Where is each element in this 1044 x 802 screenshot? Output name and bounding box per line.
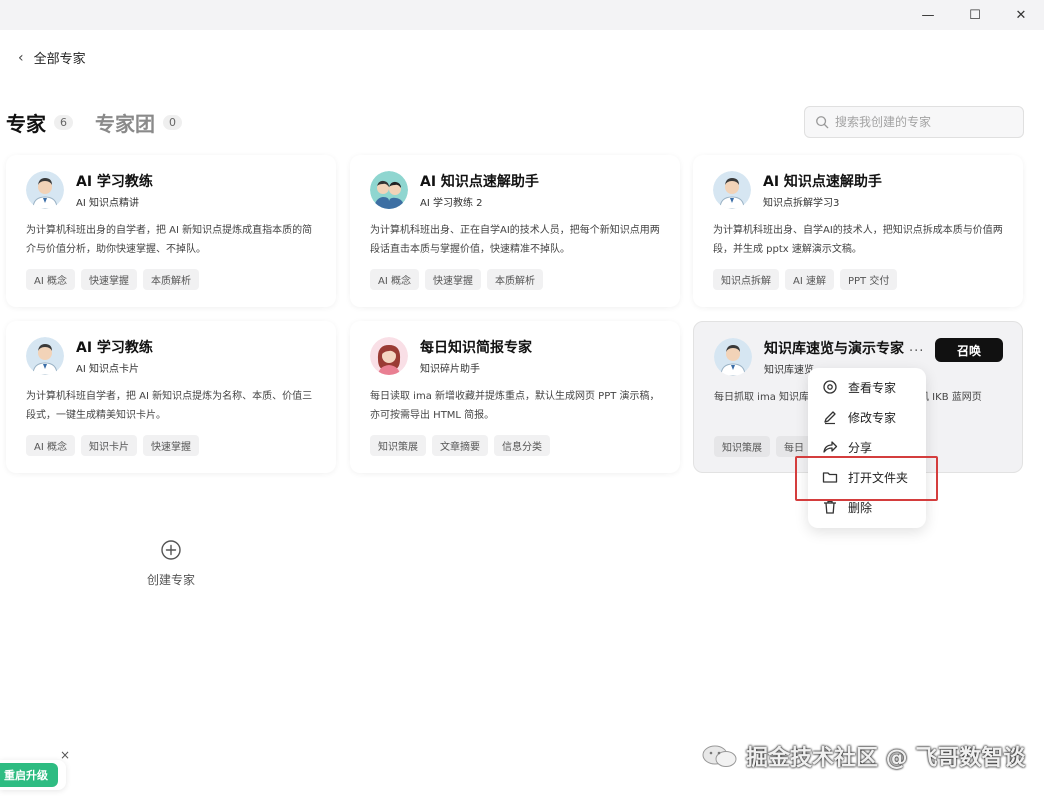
summon-button[interactable]: 召唤 (935, 338, 1003, 362)
card-description: 为计算机科班出身、正在自学AI的技术人员，把每个新知识点用两段话直击本质与掌握价… (370, 225, 660, 255)
avatar (713, 171, 751, 209)
expert-card[interactable]: AI 学习教练 AI 知识点卡片 为计算机科班自学者，把 AI 新知识点提炼为名… (6, 321, 336, 473)
maximize-button[interactable]: ☐ (952, 0, 998, 30)
card-tag: 知识策展 (714, 436, 770, 457)
window-titlebar: — ☐ ✕ (0, 0, 1044, 30)
card-tag: 快速掌握 (142, 435, 199, 456)
card-subtitle: AI 学习教练 2 (420, 198, 483, 209)
tab-experts[interactable]: 专家 6 (6, 108, 73, 137)
card-description: 为计算机科班自学者，把 AI 新知识点提炼为名称、本质、价值三段式，一键生成精美… (26, 391, 313, 421)
share-icon (823, 441, 838, 453)
menu-item-edit-expert[interactable]: 修改专家 (808, 402, 926, 432)
menu-item-view-expert[interactable]: 查看专家 (808, 372, 926, 402)
eye-icon (823, 380, 837, 394)
card-tag: PPT 交付 (839, 269, 898, 290)
upgrade-prompt: 重启升级 (0, 760, 66, 790)
upgrade-close-button[interactable]: × (60, 748, 70, 762)
card-description: 每日读取 ima 新增收藏并提炼重点，默认生成网页 PPT 演示稿，亦可按需导出… (370, 391, 660, 421)
card-subtitle: AI 知识点精讲 (76, 198, 139, 209)
avatar (370, 171, 408, 209)
search-input[interactable] (835, 115, 1015, 129)
expert-card[interactable]: 每日知识简报专家 知识碎片助手 每日读取 ima 新增收藏并提炼重点，默认生成网… (350, 321, 680, 473)
card-tag: 知识策展 (370, 435, 426, 456)
expert-card[interactable]: AI 学习教练 AI 知识点精讲 为计算机科班出身的自学者，把 AI 新知识点提… (6, 155, 336, 307)
card-tag: AI 速解 (785, 269, 834, 290)
menu-item-open-folder[interactable]: 打开文件夹 (808, 462, 926, 492)
card-tag: 文章摘要 (432, 435, 488, 456)
expert-card[interactable]: AI 知识点速解助手 AI 学习教练 2 为计算机科班出身、正在自学AI的技术人… (350, 155, 680, 307)
card-title: AI 知识点速解助手 (763, 174, 882, 190)
menu-item-label: 分享 (848, 440, 873, 455)
card-title: AI 知识点速解助手 (420, 174, 539, 190)
card-tag: 知识点拆解 (713, 269, 779, 290)
minimize-button[interactable]: — (905, 0, 951, 30)
card-tag: AI 概念 (26, 435, 75, 456)
menu-item-label: 查看专家 (848, 380, 897, 395)
plus-circle-icon (161, 539, 181, 560)
back-label: 全部专家 (33, 52, 86, 67)
create-expert-label: 创建专家 (146, 572, 195, 587)
watermark-text: 掘金技术社区 @ 飞哥数智谈 (746, 746, 1026, 771)
card-subtitle: 知识碎片助手 (420, 364, 480, 375)
avatar (26, 337, 64, 375)
tab-expert-teams-label: 专家团 (95, 112, 155, 136)
avatar (26, 171, 64, 209)
card-description: 为计算机科班出身、自学AI的技术人，把知识点拆成本质与价值两段，并生成 pptx… (713, 225, 1003, 255)
tab-experts-label: 专家 (6, 112, 46, 136)
expert-card[interactable]: AI 知识点速解助手 知识点拆解学习3 为计算机科班出身、自学AI的技术人，把知… (693, 155, 1023, 307)
card-subtitle: AI 知识点卡片 (76, 364, 139, 375)
pencil-icon (824, 411, 836, 425)
card-tag: 本质解析 (486, 269, 543, 290)
menu-item-label: 修改专家 (848, 410, 897, 425)
card-tag: AI 概念 (370, 269, 419, 290)
card-tag: AI 概念 (26, 269, 75, 290)
card-tag: 本质解析 (142, 269, 199, 290)
more-options-button[interactable]: ··· (909, 344, 924, 359)
card-subtitle: 知识点拆解学习3 (763, 198, 840, 209)
tab-experts-count: 6 (54, 115, 73, 130)
tab-bar: 专家 6 专家团 0 (6, 108, 204, 137)
tab-expert-teams[interactable]: 专家团 0 (95, 108, 182, 137)
card-tag: 知识卡片 (80, 435, 137, 456)
folder-icon (822, 472, 838, 483)
create-expert-button[interactable]: 创建专家 (6, 488, 336, 638)
card-title: AI 学习教练 (76, 340, 153, 356)
girl-avatar-icon (370, 337, 408, 375)
restart-upgrade-button[interactable]: 重启升级 (0, 763, 58, 787)
doctor-avatar-icon (713, 171, 751, 209)
card-tag: 每日 (776, 436, 812, 457)
context-menu: 查看专家 修改专家 分享 打开文件夹 删除 (808, 368, 926, 528)
watermark: 掘金技术社区 @ 飞哥数智谈 (700, 740, 1025, 772)
card-tag: 信息分类 (494, 435, 550, 456)
menu-item-label: 删除 (848, 500, 873, 515)
twin-assistant-avatar-icon (370, 171, 408, 209)
card-title: AI 学习教练 (76, 174, 153, 190)
card-title: 每日知识简报专家 (420, 340, 532, 356)
menu-item-label: 打开文件夹 (848, 470, 909, 485)
tab-expert-teams-count: 0 (163, 115, 182, 130)
menu-item-share[interactable]: 分享 (808, 432, 926, 462)
card-tag: 快速掌握 (80, 269, 137, 290)
menu-item-delete[interactable]: 删除 (808, 492, 926, 522)
chevron-left-icon: ‹ (18, 49, 24, 66)
search-icon (816, 116, 829, 129)
card-description: 为计算机科班出身的自学者，把 AI 新知识点提炼成直指本质的简介与价值分析，助你… (26, 225, 313, 255)
doctor-avatar-icon (714, 338, 752, 376)
avatar (370, 337, 408, 375)
trash-icon (824, 500, 836, 514)
back-link[interactable]: ‹ 全部专家 (18, 48, 86, 68)
close-button[interactable]: ✕ (998, 0, 1044, 30)
wechat-logo-icon (702, 745, 737, 767)
card-title: 知识库速览与演示专家 (764, 341, 904, 357)
search-box (804, 106, 1024, 138)
doctor-avatar-icon (26, 171, 64, 209)
avatar (714, 338, 752, 376)
doctor-avatar-icon (26, 337, 64, 375)
card-tag: 快速掌握 (424, 269, 481, 290)
